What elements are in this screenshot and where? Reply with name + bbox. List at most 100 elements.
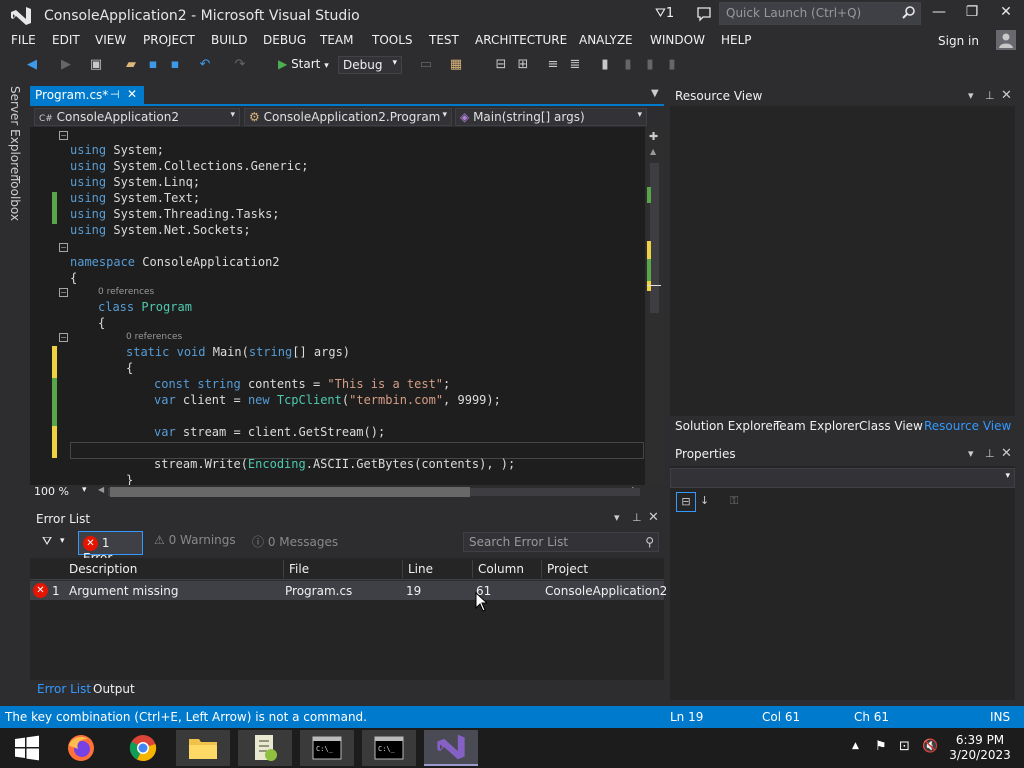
tab-team-explorer[interactable]: Team Explorer: [774, 419, 860, 433]
class-dropdown[interactable]: ⚙ ConsoleApplication2.Program ▾: [244, 108, 452, 126]
tab-program-cs[interactable]: Program.cs* ⊣ ✕: [30, 86, 144, 106]
action-center-flag-icon[interactable]: ⚑: [875, 739, 887, 754]
editor-vertical-scrollbar[interactable]: ✚ ▲: [645, 127, 664, 485]
close-pane-icon[interactable]: ✕: [1001, 446, 1012, 461]
close-pane-icon[interactable]: ✕: [648, 510, 659, 525]
scroll-thumb[interactable]: [650, 163, 659, 313]
fold-toggle-icon[interactable]: −: [59, 131, 68, 140]
pin-icon[interactable]: ⊣: [110, 88, 120, 101]
pin-icon[interactable]: ⊥: [632, 511, 642, 524]
project-dropdown[interactable]: C# ConsoleApplication2 ▾: [34, 108, 240, 126]
tab-class-view[interactable]: Class View: [859, 419, 923, 433]
notifications-button[interactable]: ⛛1: [655, 6, 674, 21]
pin-icon[interactable]: ⊥: [985, 89, 995, 102]
feedback-icon[interactable]: [696, 6, 712, 25]
code-editor[interactable]: − − − − using System; using System.Collec…: [30, 127, 664, 485]
quick-launch-input[interactable]: Quick Launch (Ctrl+Q): [719, 2, 921, 25]
scroll-up-icon[interactable]: ▲: [650, 147, 656, 156]
open-file-icon[interactable]: ▰: [123, 57, 139, 73]
properties-window-icon[interactable]: ⊞: [515, 57, 531, 73]
back-icon[interactable]: ◀: [24, 57, 40, 73]
tab-error-list[interactable]: Error List: [37, 682, 91, 696]
system-clock[interactable]: 6:39 PM 3/20/2023: [948, 733, 1012, 763]
split-icon[interactable]: ✚: [649, 130, 658, 143]
restore-button[interactable]: ❐: [957, 4, 987, 20]
start-debugging-button[interactable]: ▶ Start ▾: [278, 57, 329, 71]
menu-team[interactable]: TEAM: [320, 33, 353, 47]
menu-help[interactable]: HELP: [721, 33, 752, 47]
menu-architecture[interactable]: ARCHITECTURE: [475, 33, 567, 47]
show-hidden-icons-icon[interactable]: ▲: [852, 741, 859, 751]
file-explorer-taskbar-button[interactable]: [176, 730, 230, 766]
undo-icon[interactable]: ↶: [197, 57, 213, 73]
fold-toggle-icon[interactable]: −: [59, 243, 68, 252]
console-taskbar-button-1[interactable]: C:\_: [300, 730, 354, 766]
console-taskbar-button-2[interactable]: C:\_: [362, 730, 416, 766]
uncomment-icon[interactable]: ≣: [567, 57, 583, 73]
search-error-list-input[interactable]: Search Error List ⚲: [463, 532, 659, 552]
menu-view[interactable]: VIEW: [95, 33, 126, 47]
menu-file[interactable]: FILE: [11, 33, 36, 47]
menu-tools[interactable]: TOOLS: [372, 33, 413, 47]
sign-in-link[interactable]: Sign in: [938, 34, 979, 48]
column-description[interactable]: Description: [69, 562, 137, 576]
server-explorer-tab[interactable]: Server Explorer: [8, 86, 22, 179]
pane-menu-icon[interactable]: ▾: [614, 511, 620, 524]
pin-icon[interactable]: ⊥: [985, 447, 995, 460]
column-file[interactable]: File: [289, 562, 309, 576]
save-all-icon[interactable]: ▪: [167, 57, 183, 73]
next-bookmark-icon[interactable]: ▮: [642, 57, 658, 73]
chevron-down-icon[interactable]: ▾: [82, 485, 87, 495]
menu-edit[interactable]: EDIT: [52, 33, 80, 47]
codelens-references[interactable]: 0 references: [126, 331, 515, 344]
start-button[interactable]: [0, 730, 54, 766]
column-divider[interactable]: [283, 560, 284, 578]
error-filter-button[interactable]: ✕ 1 Error: [78, 531, 143, 565]
toolbox-tab[interactable]: Toolbox: [8, 176, 22, 221]
account-avatar-icon[interactable]: [996, 30, 1016, 50]
filter-icon[interactable]: ⛛: [42, 534, 52, 549]
property-pages-icon[interactable]: ⚿: [730, 494, 738, 508]
tab-overflow-icon[interactable]: ▼: [651, 88, 659, 99]
prev-bookmark-icon[interactable]: ▮: [620, 57, 636, 73]
menu-window[interactable]: WINDOW: [650, 33, 705, 47]
menu-project[interactable]: PROJECT: [143, 33, 195, 47]
fold-toggle-icon[interactable]: −: [59, 288, 68, 297]
column-divider[interactable]: [472, 560, 473, 578]
message-filter-button[interactable]: ⓘ 0 Messages: [252, 533, 338, 550]
column-column[interactable]: Column: [478, 562, 524, 576]
tab-output[interactable]: Output: [93, 682, 135, 696]
close-window-button[interactable]: ✕: [991, 4, 1021, 20]
fold-toggle-icon[interactable]: −: [59, 333, 68, 342]
menu-analyze[interactable]: ANALYZE: [579, 33, 633, 47]
column-divider[interactable]: [402, 560, 403, 578]
menu-test[interactable]: TEST: [429, 33, 459, 47]
clear-bookmarks-icon[interactable]: ▮: [664, 57, 680, 73]
attach-icon[interactable]: ▭: [418, 57, 434, 73]
tab-resource-view[interactable]: Resource View: [924, 419, 1011, 433]
codelens-references[interactable]: 0 references: [98, 286, 515, 299]
zoom-level[interactable]: 100 %: [34, 485, 69, 498]
comment-icon[interactable]: ≡: [545, 57, 561, 73]
member-dropdown[interactable]: ◈ Main(string[] args) ▾: [455, 108, 647, 126]
chevron-down-icon[interactable]: ▾: [60, 536, 65, 546]
forward-icon[interactable]: ▶: [58, 57, 74, 73]
solution-explorer-icon[interactable]: ⊟: [493, 57, 509, 73]
minimize-button[interactable]: —: [924, 4, 954, 20]
warning-filter-button[interactable]: ⚠ 0 Warnings: [154, 533, 236, 547]
alphabetical-icon[interactable]: ↓: [700, 494, 709, 507]
network-icon[interactable]: ⊡: [899, 739, 910, 754]
menu-debug[interactable]: DEBUG: [263, 33, 306, 47]
column-divider[interactable]: [541, 560, 542, 578]
redo-icon[interactable]: ↷: [232, 57, 248, 73]
notepad-plus-taskbar-button[interactable]: [238, 730, 292, 766]
firefox-taskbar-button[interactable]: [54, 730, 108, 766]
save-icon[interactable]: ▪: [145, 57, 161, 73]
scroll-left-icon[interactable]: ◀: [98, 485, 104, 494]
find-in-files-icon[interactable]: ▦: [448, 57, 464, 73]
column-project[interactable]: Project: [547, 562, 588, 576]
column-line[interactable]: Line: [408, 562, 433, 576]
object-selector[interactable]: ▾: [670, 468, 1015, 488]
bookmark-icon[interactable]: ▮: [597, 57, 613, 73]
menu-build[interactable]: BUILD: [211, 33, 247, 47]
